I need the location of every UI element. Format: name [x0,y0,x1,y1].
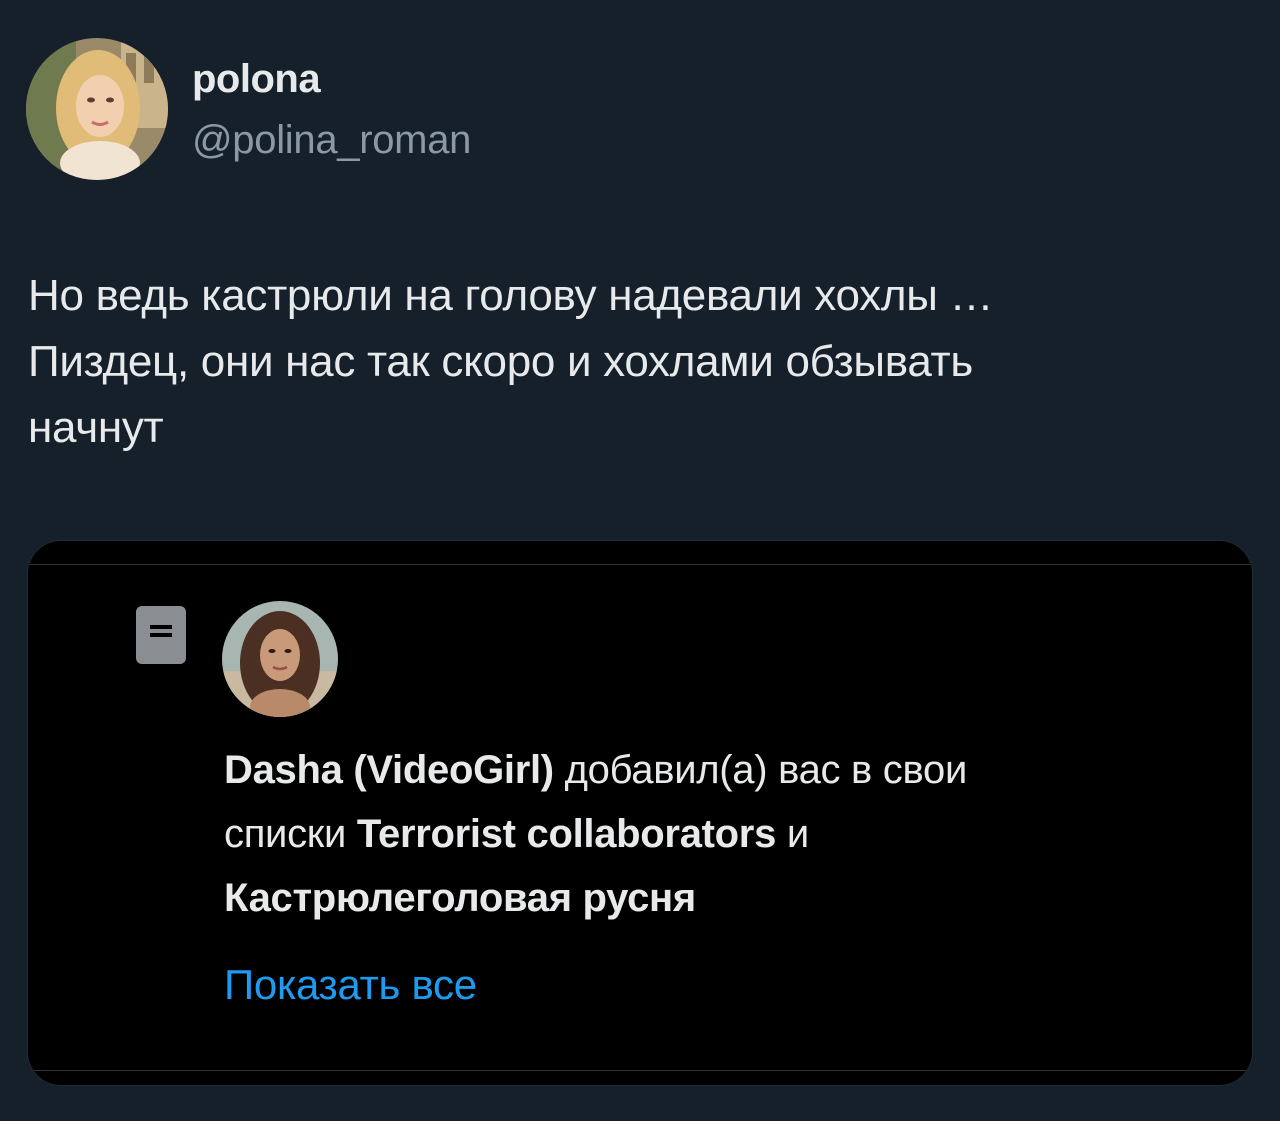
conjunction: и [776,812,809,856]
notification-message: Dasha (VideoGirl) добавил(а) вас в свои … [224,738,1204,930]
tweet-text: Но ведь кастрюли на голову надевали хохл… [28,263,1248,461]
list-icon [135,605,187,665]
lists-prefix: списки [224,812,357,856]
actor-name[interactable]: Dasha (VideoGirl) [224,748,554,792]
divider [28,564,1252,565]
action-text: добавил(а) вас в свои [553,748,968,792]
profile-photo-avatar [222,601,338,717]
list-name[interactable]: Кастрюлеголовая русня [224,876,696,920]
tweet-text-line: начнут [28,403,164,452]
profile-photo-avatar [26,38,168,180]
notification-line: Dasha (VideoGirl) добавил(а) вас в свои [224,738,1204,802]
tweet-author-avatar[interactable] [26,38,168,180]
notification-line: списки Terrorist collaborators и [224,802,1204,866]
show-all-link[interactable]: Показать все [224,961,477,1009]
tweet-text-line: Пиздец, они нас так скоро и хохлами обзы… [28,337,974,386]
tweet-text-line: Но ведь кастрюли на голову надевали хохл… [28,271,994,320]
author-handle[interactable]: @polina_roman [192,118,471,163]
author-display-name[interactable]: polona [192,57,321,102]
list-name[interactable]: Terrorist collaborators [357,812,776,856]
divider [28,1070,1252,1071]
attached-screenshot[interactable]: Dasha (VideoGirl) добавил(а) вас в свои … [27,540,1253,1086]
notification-line: Кастрюлеголовая русня [224,866,1204,930]
notification-actor-avatar[interactable] [222,601,338,717]
